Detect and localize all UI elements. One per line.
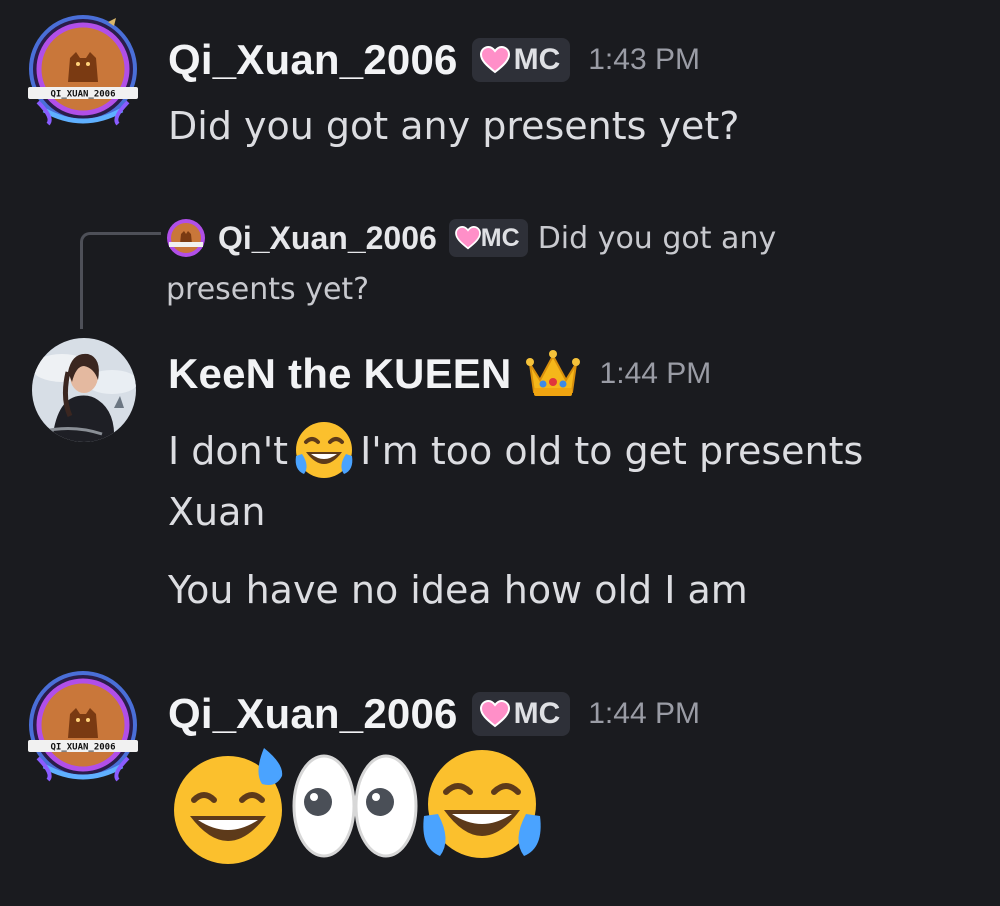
message-header: Qi_Xuan_2006 MC 1:43 PM xyxy=(168,36,700,84)
reply-avatar xyxy=(167,219,205,257)
message-header: KeeN the KUEEN 1:44 PM xyxy=(168,348,711,400)
username[interactable]: Qi_Xuan_2006 xyxy=(168,690,458,738)
message-line-3: You have no idea how old I am xyxy=(168,568,748,612)
message-text: Did you got any presents yet? xyxy=(168,104,740,148)
avatar-label: QI_XUAN_2006 xyxy=(50,90,115,100)
timestamp: 1:44 PM xyxy=(599,357,712,390)
crown-icon xyxy=(525,350,580,396)
reply-connector xyxy=(80,232,161,329)
username[interactable]: Qi_Xuan_2006 xyxy=(168,36,458,84)
message-line-2: Xuan xyxy=(168,490,266,534)
reply-guild-tag-text: MC xyxy=(480,223,520,252)
timestamp: 1:44 PM xyxy=(588,697,700,730)
reply-preview[interactable]: Qi_Xuan_2006 MC Did you got any xyxy=(166,218,776,258)
reply-text-continued: presents yet? xyxy=(166,272,370,307)
heart-icon xyxy=(479,46,510,74)
guild-tag-text: MC xyxy=(513,43,561,76)
timestamp: 1:43 PM xyxy=(588,43,700,76)
reply-guild-tag: MC xyxy=(448,219,528,257)
user-avatar[interactable] xyxy=(32,338,136,442)
message-line-1: I don't I'm too old to get presents xyxy=(168,418,863,482)
username[interactable]: KeeN the KUEEN xyxy=(168,350,512,398)
heart-icon xyxy=(454,226,481,250)
guild-tag[interactable]: MC xyxy=(471,38,571,82)
user-avatar[interactable]: QI_XUAN_2006 xyxy=(24,14,142,132)
guild-tag[interactable]: MC xyxy=(471,692,571,736)
eyes-emoji-icon xyxy=(292,754,418,858)
message-text: I don't xyxy=(168,429,289,473)
guild-tag-text: MC xyxy=(513,697,561,730)
message-header: Qi_Xuan_2006 MC 1:44 PM xyxy=(168,690,700,738)
reply-text: Did you got any xyxy=(537,220,777,256)
reply-username[interactable]: Qi_Xuan_2006 xyxy=(218,220,437,257)
message-text: I'm too old to get presents xyxy=(360,429,864,473)
joy-emoji-icon xyxy=(295,422,353,478)
avatar-label: QI_XUAN_2006 xyxy=(50,743,115,753)
user-avatar[interactable]: QI_XUAN_2006 xyxy=(24,670,142,788)
heart-icon xyxy=(479,700,510,728)
sweat-smile-emoji-icon xyxy=(174,748,283,864)
joy-emoji-icon xyxy=(423,750,541,858)
